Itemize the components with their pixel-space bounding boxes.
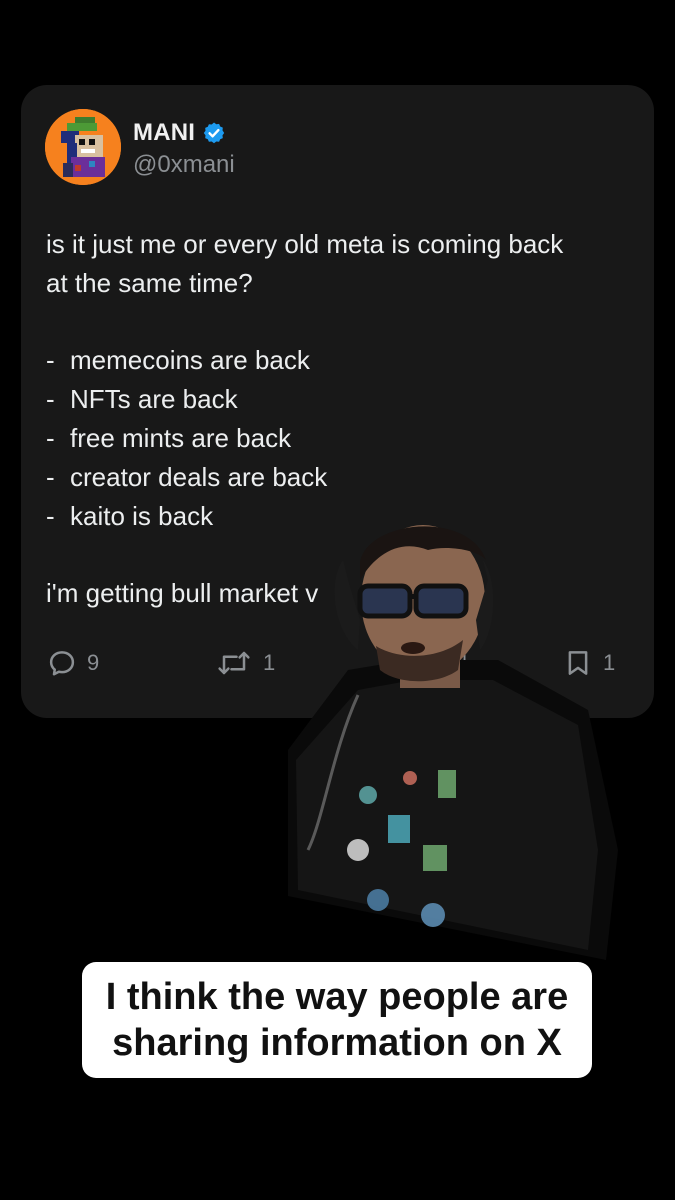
repost-icon	[218, 651, 250, 675]
author-handle[interactable]: @0xmani	[133, 151, 235, 179]
caption-text: I think the way people are sharing infor…	[106, 974, 568, 1066]
repost-button[interactable]: 1	[215, 648, 275, 678]
tweet-bullet: - free mints are back	[46, 423, 292, 453]
streamer-webcam-overlay	[288, 525, 618, 960]
reply-icon	[49, 651, 75, 676]
caption-line: I think the way people are	[105, 976, 569, 1018]
pixel-art-avatar-icon	[45, 109, 121, 185]
author-avatar[interactable]	[45, 109, 121, 185]
tweet-line: is it just me or every old meta is comin…	[46, 229, 564, 259]
tweet-bullet: - NFTs are back	[46, 384, 238, 414]
verified-badge-icon	[203, 122, 225, 144]
repost-count: 1	[263, 650, 276, 675]
tweet-line: at the same time?	[46, 268, 253, 298]
tweet-bullet: - creator deals are back	[46, 462, 328, 492]
author-name-row: MANI	[133, 119, 226, 147]
reply-button[interactable]: 9	[47, 648, 99, 678]
author-name[interactable]: MANI	[133, 119, 195, 147]
reply-count: 9	[87, 650, 100, 675]
video-frame: MANI @0xmani is it just me or every old …	[0, 0, 675, 1200]
tweet-bullet: - memecoins are back	[46, 345, 310, 375]
caption-line: sharing information on X	[112, 1022, 562, 1064]
video-caption: I think the way people are sharing infor…	[82, 962, 592, 1078]
